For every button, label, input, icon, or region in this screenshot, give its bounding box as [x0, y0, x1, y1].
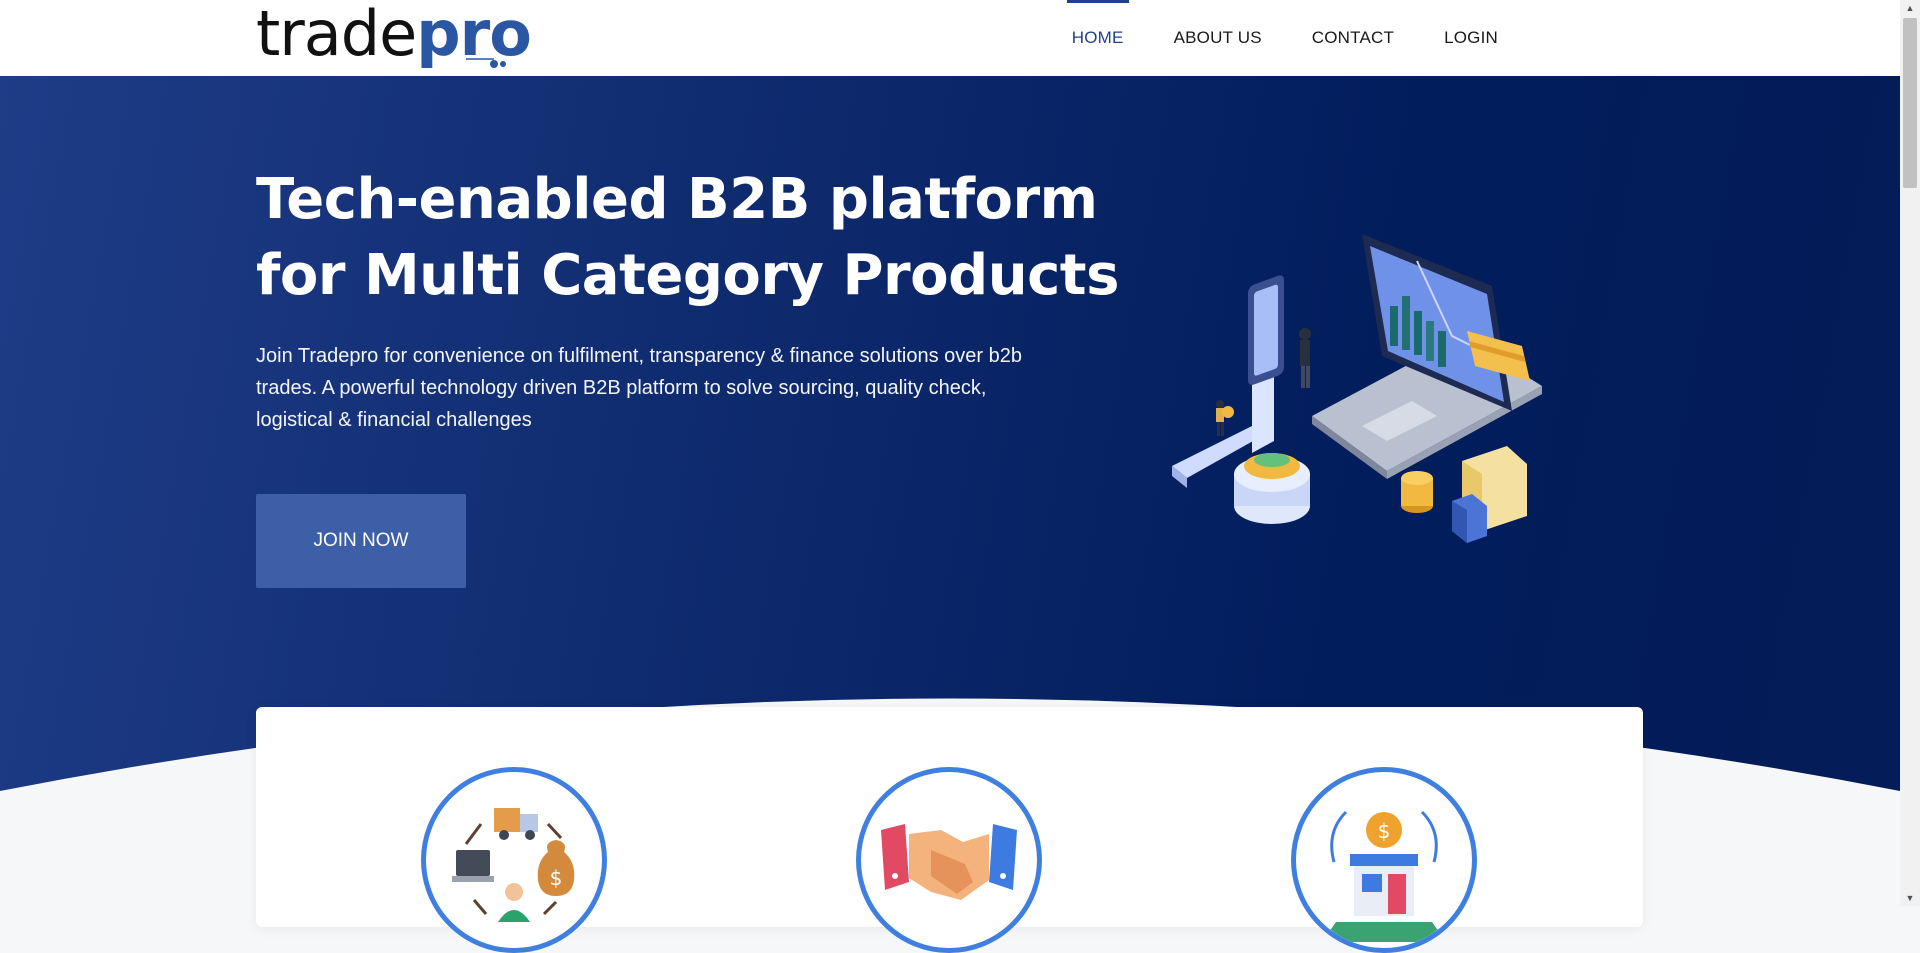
main-nav: HOME ABOUT US CONTACT LOGIN [1022, 0, 1498, 76]
join-now-button[interactable]: JOIN NOW [256, 494, 466, 588]
laptop-analytics-illustration [1172, 234, 1542, 543]
nav-about-us[interactable]: ABOUT US [1174, 0, 1262, 76]
svg-text:$: $ [1378, 819, 1391, 843]
feature-logistics: $ [421, 767, 607, 953]
nav-login[interactable]: LOGIN [1444, 0, 1498, 76]
scroll-thumb[interactable] [1903, 18, 1917, 188]
handshake-icon [881, 824, 1017, 900]
hero-title: Tech-enabled B2B platform for Multi Cate… [256, 162, 1156, 314]
scroll-down-arrow[interactable]: ▼ [1900, 890, 1920, 906]
feature-partnership [856, 767, 1042, 953]
logo-text-trade: trade [256, 0, 417, 70]
site-header: tradepro HOME ABOUT US CONTACT LOGIN [0, 0, 1900, 76]
tradepro-logo[interactable]: tradepro [256, 0, 532, 76]
page-scrollbar[interactable]: ▲ ▼ [1900, 0, 1920, 906]
features-card: $ $ [256, 707, 1643, 953]
hero-title-line-1: Tech-enabled B2B platform [256, 167, 1098, 232]
logo-cart-icon [466, 58, 506, 68]
scroll-up-arrow[interactable]: ▲ [1900, 0, 1920, 16]
storefront-money-icon: $ [1322, 810, 1446, 942]
hero-description: Join Tradepro for convenience on fulfilm… [256, 345, 1022, 431]
hero-title-line-2: for Multi Category Products [256, 243, 1119, 308]
feature-store-finance: $ [1291, 767, 1477, 953]
logistics-cycle-icon: $ [452, 808, 575, 922]
svg-text:$: $ [550, 866, 563, 890]
nav-home[interactable]: HOME [1066, 0, 1129, 76]
nav-contact[interactable]: CONTACT [1312, 0, 1394, 76]
